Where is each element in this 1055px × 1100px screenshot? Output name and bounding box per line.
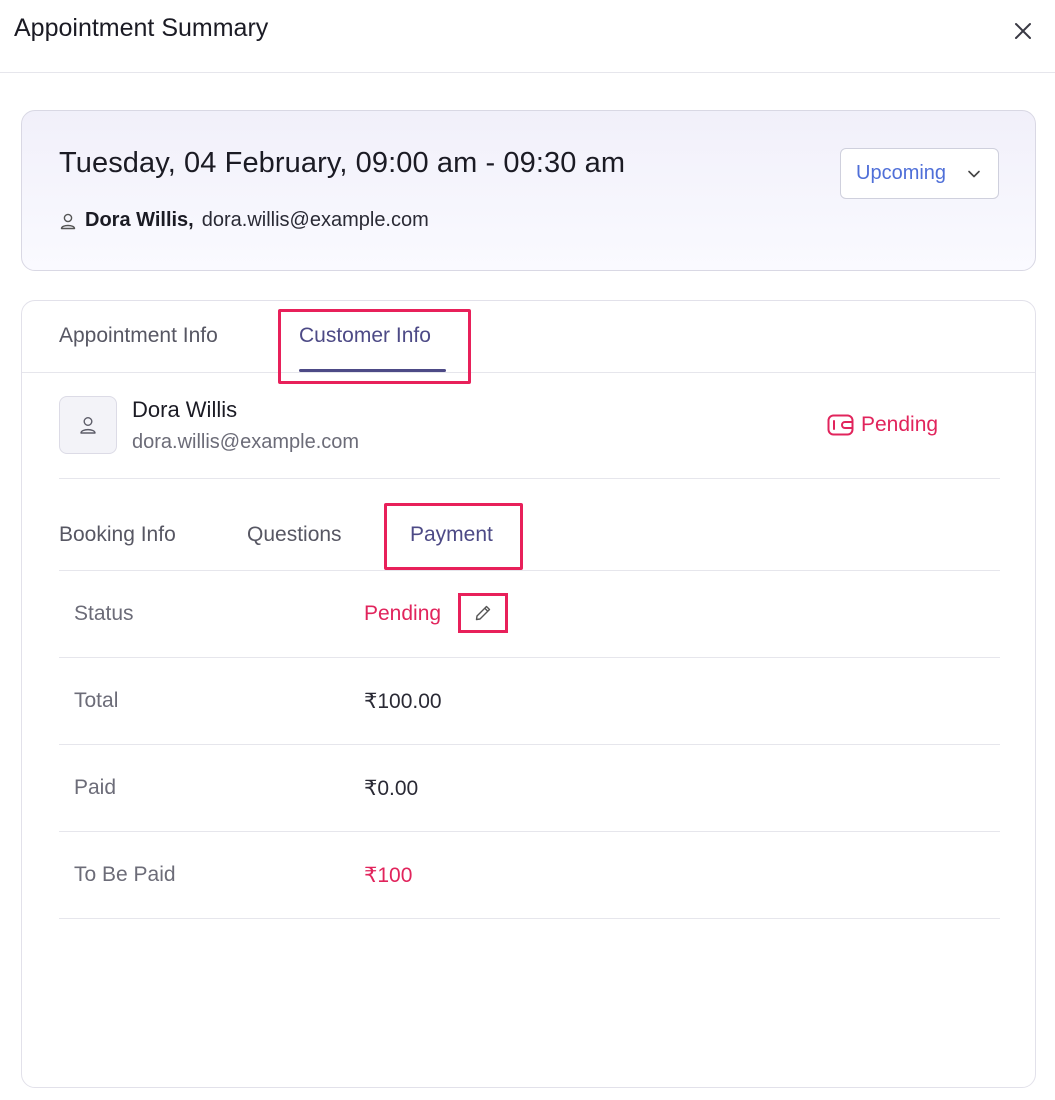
payment-paid-value: ₹0.00 xyxy=(364,777,419,800)
payment-row-status: Status Pending xyxy=(59,571,1000,658)
appointment-status-dropdown[interactable]: Upcoming xyxy=(840,148,999,199)
main-tabs: Appointment Info Customer Info xyxy=(22,301,1035,384)
active-tab-indicator xyxy=(299,369,446,372)
payment-status-label: Pending xyxy=(861,413,939,436)
subtab-questions[interactable]: Questions xyxy=(247,523,342,547)
appointment-customer-email: dora.willis@example.com xyxy=(201,209,429,231)
user-icon xyxy=(60,213,76,229)
detail-card: Appointment Info Customer Info Dora Will… xyxy=(21,300,1036,1088)
appointment-datetime: Tuesday, 04 February, 09:00 am - 09:30 a… xyxy=(59,147,626,179)
customer-name: Dora Willis xyxy=(132,397,238,422)
close-icon[interactable] xyxy=(1010,18,1036,44)
modal-title: Appointment Summary xyxy=(14,14,269,42)
appointment-summary-card: Tuesday, 04 February, 09:00 am - 09:30 a… xyxy=(21,110,1036,271)
customer-email: dora.willis@example.com xyxy=(132,431,360,453)
chevron-down-icon xyxy=(968,170,980,178)
customer-row: Dora Willis dora.willis@example.com Pend… xyxy=(59,395,1000,479)
payment-row-label: Total xyxy=(74,689,119,712)
payment-row-total: Total ₹100.00 xyxy=(59,658,1000,745)
appointment-customer-name: Dora Willis, xyxy=(85,209,194,231)
payment-status-badge: Pending xyxy=(827,413,938,437)
payment-row-label: Paid xyxy=(74,776,117,799)
sub-tabs: Booking Info Questions Payment xyxy=(59,513,1000,571)
tab-customer-info[interactable]: Customer Info xyxy=(299,324,431,348)
edit-payment-status-button[interactable] xyxy=(458,593,508,633)
payment-status-value: Pending xyxy=(364,602,442,625)
payment-row-to-be-paid: To Be Paid ₹100 xyxy=(59,832,1000,919)
wallet-icon xyxy=(827,414,854,436)
payment-row-paid: Paid ₹0.00 xyxy=(59,745,1000,832)
active-subtab-indicator xyxy=(410,567,500,570)
payment-row-label: Status xyxy=(74,602,134,625)
appointment-status-label: Upcoming xyxy=(856,162,947,184)
subtab-payment[interactable]: Payment xyxy=(410,523,493,547)
payment-table: Status Pending Total ₹100.00 Paid ₹0.00 … xyxy=(59,571,1000,919)
subtab-booking-info[interactable]: Booking Info xyxy=(59,523,176,547)
user-icon xyxy=(80,417,96,434)
appointment-customer: Dora Willis, dora.willis@example.com xyxy=(59,209,429,232)
modal-header: Appointment Summary xyxy=(0,0,1055,73)
payment-row-label: To Be Paid xyxy=(74,863,176,886)
avatar xyxy=(59,396,117,454)
payment-due-value: ₹100 xyxy=(364,864,413,887)
pencil-icon xyxy=(475,605,491,621)
tab-appointment-info[interactable]: Appointment Info xyxy=(59,324,218,348)
payment-total-value: ₹100.00 xyxy=(364,690,442,713)
